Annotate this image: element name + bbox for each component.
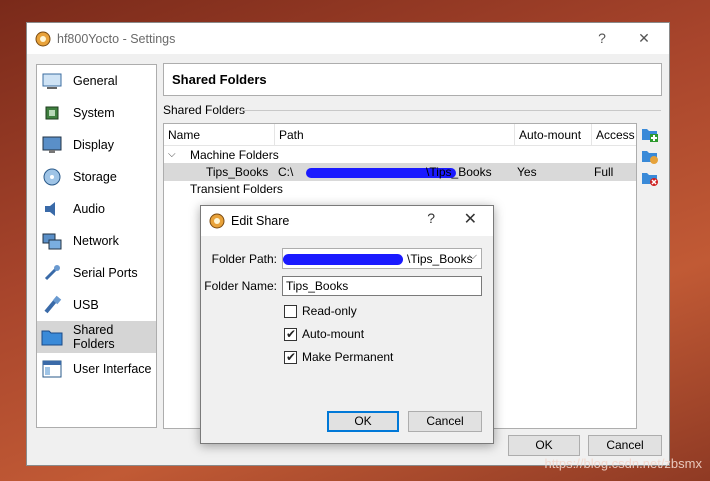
sidebar-item-general[interactable]: General <box>37 65 156 97</box>
sidebar-item-shared-folders[interactable]: Shared Folders <box>37 321 156 353</box>
dialog-title-bar: Edit Share ? ✕ <box>201 206 493 236</box>
column-header-auto-mount[interactable]: Auto-mount <box>515 124 592 146</box>
page-title: Shared Folders <box>163 63 662 96</box>
sidebar-item-label: Network <box>73 234 119 248</box>
sidebar-item-label: General <box>73 74 118 88</box>
share-access: Full <box>594 165 614 179</box>
dialog-ok-button[interactable]: OK <box>327 411 399 432</box>
group-label: Shared Folders <box>163 103 246 117</box>
display-monitor-icon <box>41 134 63 156</box>
auto-mount-label: Auto-mount <box>302 327 365 341</box>
system-chip-icon <box>41 102 63 124</box>
group-divider <box>241 110 661 111</box>
share-toolbar <box>641 125 661 191</box>
sidebar-item-label: System <box>73 106 115 120</box>
sidebar-item-storage[interactable]: Storage <box>37 161 156 193</box>
make-permanent-checkbox[interactable]: ✔ Make Permanent <box>284 349 393 365</box>
folder-name-label: Folder Name: <box>204 279 277 293</box>
window-title: hf800Yocto - Settings <box>57 31 176 46</box>
dialog-title: Edit Share <box>231 214 290 228</box>
sidebar-item-label: User Interface <box>73 362 152 376</box>
group-label-machine: Machine Folders <box>190 148 279 162</box>
usb-icon <box>41 294 63 316</box>
serial-port-icon <box>41 262 63 284</box>
ok-button[interactable]: OK <box>508 435 580 456</box>
make-permanent-label: Make Permanent <box>302 350 394 364</box>
close-button[interactable]: ✕ <box>629 27 659 49</box>
sidebar-item-serial-ports[interactable]: Serial Ports <box>37 257 156 289</box>
sidebar-item-label: Storage <box>73 170 117 184</box>
check-icon: ✔ <box>286 326 297 341</box>
edit-share-icon[interactable] <box>641 147 659 165</box>
folder-path-value: \Tips_Books <box>407 252 473 266</box>
chevron-down-icon[interactable]: ⌵ <box>168 146 176 164</box>
sidebar-item-usb[interactable]: USB <box>37 289 156 321</box>
sidebar-item-network[interactable]: Network <box>37 225 156 257</box>
share-path-suffix: \Tips_Books <box>426 165 492 179</box>
auto-mount-box[interactable]: ✔ <box>284 326 297 341</box>
column-header-path[interactable]: Path <box>275 124 515 146</box>
sidebar-item-audio[interactable]: Audio <box>37 193 156 225</box>
dialog-cancel-button[interactable]: Cancel <box>408 411 482 432</box>
sidebar-item-label: Audio <box>73 202 105 216</box>
edit-share-dialog: Edit Share ? ✕ Folder Path: \Tips_Books … <box>200 205 494 444</box>
sidebar-item-display[interactable]: Display <box>37 129 156 161</box>
dialog-help-button[interactable]: ? <box>427 210 435 226</box>
tree-group-machine-folders[interactable]: ⌵ Machine Folders <box>164 146 636 164</box>
check-icon: ✔ <box>286 349 297 364</box>
group-label-transient: Transient Folders <box>190 182 283 196</box>
sidebar-item-label: Display <box>73 138 114 152</box>
shared-folder-icon <box>41 326 63 348</box>
virtualbox-app-icon <box>35 31 51 46</box>
add-share-icon[interactable] <box>641 125 659 143</box>
user-interface-icon <box>41 358 63 380</box>
title-bar: hf800Yocto - Settings ? ✕ <box>27 23 669 54</box>
column-header-name[interactable]: Name <box>164 124 275 146</box>
audio-speaker-icon <box>41 198 63 220</box>
table-header: Name Path Auto-mount Access <box>164 124 636 146</box>
share-name: Tips_Books <box>206 165 269 179</box>
read-only-checkbox[interactable]: Read-only <box>284 303 357 319</box>
chevron-down-icon[interactable]: ⌵ <box>469 250 477 263</box>
remove-share-icon[interactable] <box>641 169 659 187</box>
cancel-button[interactable]: Cancel <box>588 435 662 456</box>
folder-path-select[interactable]: \Tips_Books ⌵ <box>282 248 482 269</box>
folder-name-field[interactable]: Tips_Books <box>282 276 482 296</box>
sidebar-item-user-interface[interactable]: User Interface <box>37 353 156 385</box>
read-only-box[interactable] <box>284 304 297 318</box>
help-button[interactable]: ? <box>587 27 617 49</box>
sidebar-item-label: USB <box>73 298 99 312</box>
make-permanent-box[interactable]: ✔ <box>284 349 297 364</box>
dialog-close-button[interactable]: ✕ <box>464 209 477 229</box>
sidebar-item-label: Shared Folders <box>73 323 115 351</box>
settings-sidebar: General System Display Storage Audio Net… <box>36 64 157 428</box>
network-icon <box>41 230 63 252</box>
sidebar-item-system[interactable]: System <box>37 97 156 129</box>
watermark: https://blog.csdn.net/zbsmx <box>544 456 702 471</box>
share-auto-mount: Yes <box>517 165 537 179</box>
sidebar-item-label: Serial Ports <box>73 266 138 280</box>
tree-group-transient-folders[interactable]: Transient Folders <box>164 180 636 198</box>
auto-mount-checkbox[interactable]: ✔ Auto-mount <box>284 326 364 342</box>
table-row[interactable]: Tips_Books C:\ \Tips_Books Yes Full <box>164 163 636 181</box>
folder-path-label: Folder Path: <box>211 252 277 266</box>
storage-disk-icon <box>41 166 63 188</box>
virtualbox-app-icon <box>209 213 225 229</box>
read-only-label: Read-only <box>302 304 357 318</box>
share-path-prefix: C:\ <box>278 165 294 179</box>
general-icon <box>41 70 63 92</box>
column-header-access[interactable]: Access <box>592 124 638 146</box>
redaction-scribble <box>283 254 403 265</box>
